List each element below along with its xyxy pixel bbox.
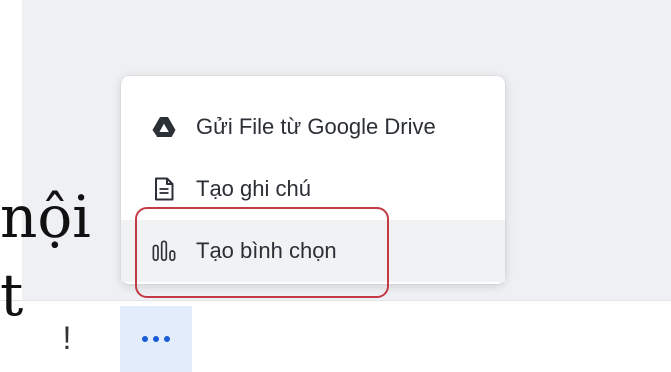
google-drive-icon [152, 115, 176, 139]
more-horizontal-icon [142, 336, 148, 342]
menu-item-google-drive[interactable]: Gửi File từ Google Drive [121, 96, 505, 158]
note-document-icon [152, 177, 176, 201]
toolbar-divider [0, 300, 671, 301]
more-options-button[interactable] [120, 306, 192, 372]
highlight-annotation [135, 207, 389, 298]
background-text-line-2: t [0, 261, 24, 329]
menu-item-label: Tạo ghi chú [196, 176, 311, 201]
menu-item-label: Gửi File từ Google Drive [196, 114, 436, 139]
background-text-line-1: nội [0, 183, 91, 251]
exclamation-button[interactable]: ! [57, 318, 77, 358]
